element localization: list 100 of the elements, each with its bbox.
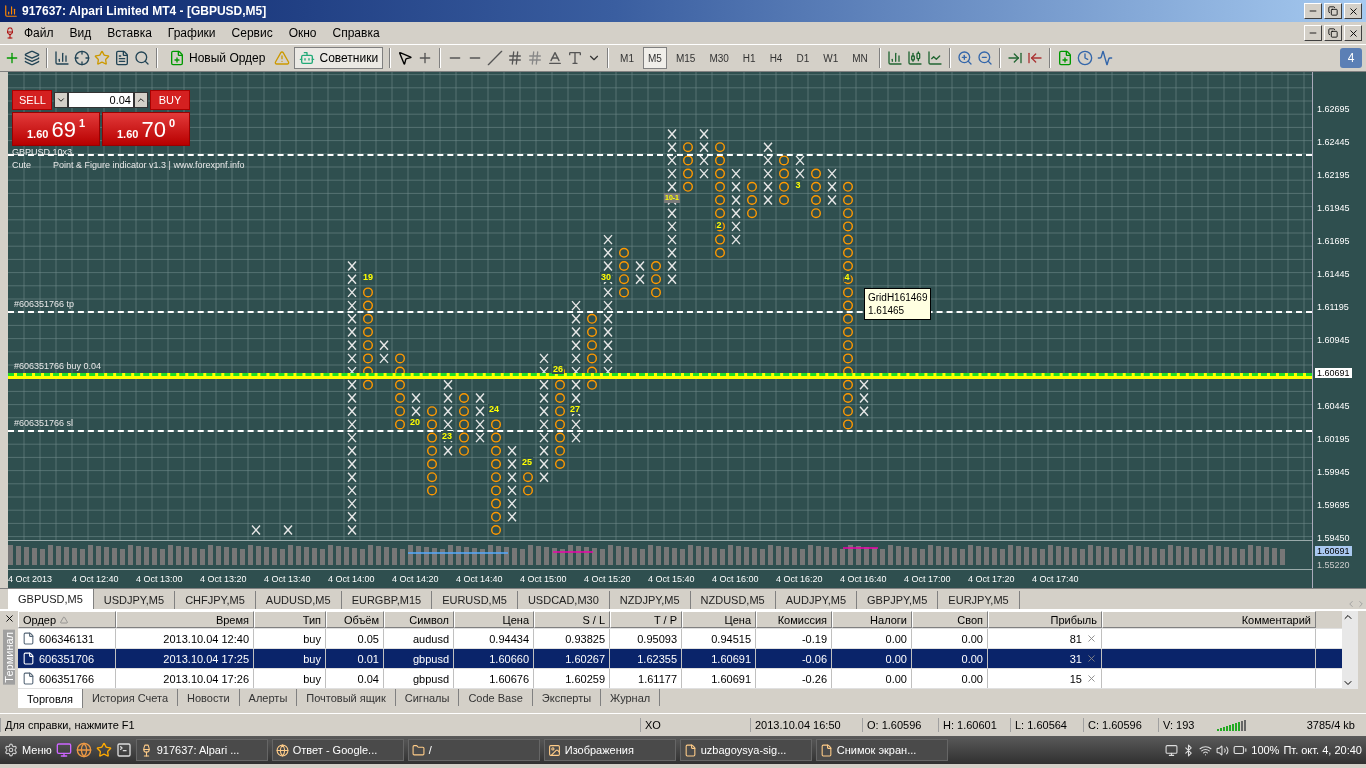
taskbar-button[interactable]: uzbagoysya-sig... [679,739,812,761]
menu-item[interactable]: Окно [280,24,325,42]
close-button[interactable] [1344,3,1362,19]
battery-icon[interactable] [1233,743,1248,757]
increase-button[interactable] [134,92,148,108]
timeframe-button[interactable]: H4 [764,47,788,69]
text-label-icon[interactable] [567,50,584,66]
line-chart-icon[interactable] [926,50,943,66]
taskbar-button[interactable]: Снимок экран... [815,739,948,761]
timeframe-button[interactable]: H1 [737,47,761,69]
column-header[interactable]: Ордер [18,611,116,628]
column-header[interactable]: S / L [534,611,610,628]
column-header[interactable]: Символ [384,611,454,628]
wifi-icon[interactable] [1199,743,1213,757]
app-icon [4,4,18,18]
menu-item[interactable]: Файл [16,24,62,42]
table-cell: 0.01 [326,649,384,668]
taskbar-button[interactable]: / [407,739,540,761]
close-order-icon[interactable] [1086,653,1097,664]
taskbar-button[interactable]: Ответ - Google... [271,739,404,761]
restore-button[interactable] [1324,25,1342,41]
start-menu-label[interactable]: Меню [22,744,52,756]
zoom-out-icon[interactable] [976,50,993,66]
column-header[interactable]: Комиссия [756,611,832,628]
menu-item[interactable]: Графики [159,24,224,42]
search-icon[interactable] [134,50,150,66]
wine-glass-icon[interactable] [4,27,16,39]
taskbar-button[interactable]: 917637: Alpari ... [135,739,268,761]
menu-item[interactable]: Вид [61,24,100,42]
decrease-button[interactable] [54,92,68,108]
text-icon[interactable] [547,50,564,66]
table-cell: 31 [1069,652,1082,665]
order-line-label: #606351766 sl [14,418,74,428]
column-header[interactable]: Время [116,611,254,628]
bar-chart-icon[interactable] [886,50,903,66]
volume-field[interactable]: 0.04 [68,92,134,108]
column-header[interactable]: Своп [912,611,988,628]
close-icon[interactable] [3,613,15,624]
minimize-button[interactable] [1304,25,1322,41]
buy-button[interactable]: BUY [150,90,190,110]
column-header[interactable]: Тип [254,611,326,628]
candlestick-icon[interactable] [906,50,923,66]
star-icon[interactable] [94,50,110,66]
close-order-icon[interactable] [1086,633,1097,644]
column-header[interactable]: T / P [610,611,682,628]
timeframe-button[interactable]: W1 [818,47,844,69]
zoom-in-icon[interactable] [956,50,973,66]
timeframe-button[interactable]: MN [847,47,873,69]
timeframe-button[interactable]: M5 [643,47,667,69]
settings-icon[interactable] [4,743,18,757]
table-cell: 1.60267 [534,649,610,668]
order-row[interactable]: 606351706 2013.10.04 17:25 buy 0.01 gbpusd 1.60660 1.60267 1.62355 1.60691 -0.06 0.00 0.00 31 [18,649,1342,669]
clock[interactable]: Пт. окт. 4, 20:40 [1283,744,1362,756]
column-header[interactable]: Комментарий [1102,611,1316,628]
column-header[interactable]: Объём [326,611,384,628]
table-cell: 2013.10.04 17:26 [116,669,254,688]
display-icon[interactable] [1165,743,1179,757]
column-header[interactable]: Налоги [832,611,912,628]
price-axis-label: 1.59695 [1316,500,1351,510]
experts-button[interactable]: Советники [294,47,384,69]
status-text: 2013.10.04 16:50 [750,718,862,732]
star-icon[interactable] [95,742,112,758]
table-cell: 0.00 [912,629,988,648]
box-count-label: 27 [569,404,581,414]
battery-level: 100% [1251,744,1280,756]
new-order-button[interactable]: Новый Ордер [164,47,271,69]
globe-icon[interactable] [75,742,92,758]
timeframe-button[interactable]: M30 [704,47,734,69]
restore-button[interactable] [1324,3,1342,19]
monitor-icon[interactable] [55,742,72,758]
column-header[interactable]: Прибыль [988,611,1102,628]
minimize-button[interactable] [1304,3,1322,19]
order-row[interactable]: 606346131 2013.10.04 12:40 buy 0.05 audusd 0.94434 0.93825 0.95093 0.94515 -0.19 0.00 0.00 81 [18,629,1342,649]
taskbar-button[interactable]: Изображения [543,739,676,761]
order-row[interactable]: 606351766 2013.10.04 17:26 buy 0.04 gbpusd 1.60676 1.60259 1.61177 1.60691 -0.26 0.00 0.00 15 [18,669,1342,689]
notification-badge[interactable]: 4 [1340,48,1362,68]
scrollbar[interactable] [1342,611,1358,689]
sell-button[interactable]: SELL [12,90,52,110]
cursor-icon[interactable] [397,50,414,66]
clock-icon[interactable] [1076,50,1093,66]
close-button[interactable] [1344,25,1362,41]
terminal-icon[interactable] [115,742,132,758]
timeframe-button[interactable]: D1 [791,47,815,69]
volume-icon[interactable] [1216,743,1230,757]
trendline-icon[interactable] [487,50,504,66]
menu-item[interactable]: Вставка [99,24,160,42]
tooltip-value: 1.61465 [868,304,906,317]
menu-item[interactable]: Справка [324,24,388,42]
table-cell: 0.04 [326,669,384,688]
table-cell: 0.93825 [534,629,610,648]
chart-tab[interactable]: GBPUSD,M5 [8,589,94,609]
terminal-tab[interactable]: Торговля [18,689,83,708]
restore-icon [1328,28,1338,38]
column-header[interactable]: Цена [682,611,756,628]
column-header[interactable]: Цена [454,611,534,628]
timeframe-button[interactable]: M1 [615,47,639,69]
timeframe-button[interactable]: M15 [670,47,701,69]
table-cell: buy [254,649,326,668]
close-order-icon[interactable] [1086,673,1097,684]
menu-item[interactable]: Сервис [223,24,281,42]
